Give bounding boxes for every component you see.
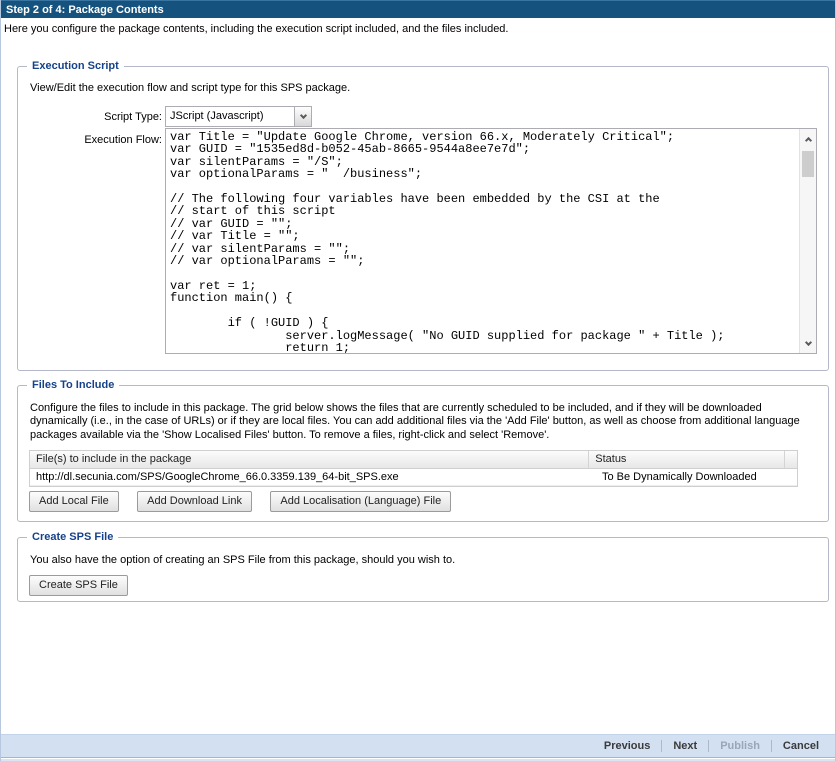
files-to-include-legend: Files To Include (27, 378, 119, 392)
table-row[interactable]: http://dl.secunia.com/SPS/GoogleChrome_6… (30, 469, 797, 486)
step-title-bar: Step 2 of 4: Package Contents (1, 0, 835, 18)
files-button-bar: Add Local File Add Download Link Add Loc… (29, 491, 465, 512)
execution-flow-script-text[interactable]: var Title = "Update Google Chrome, versi… (166, 129, 816, 353)
column-header-filler (785, 451, 797, 468)
chevron-down-icon (804, 338, 811, 345)
execution-flow-label: Execution Flow: (18, 134, 162, 146)
scrollbar-thumb[interactable] (802, 151, 814, 177)
wizard-footer-bar: Previous Next Publish Cancel (1, 734, 835, 758)
add-local-file-button[interactable]: Add Local File (29, 491, 119, 512)
script-type-value: JScript (Javascript) (166, 107, 311, 122)
execution-script-section: Execution Script View/Edit the execution… (17, 66, 829, 371)
files-to-include-description: Configure the files to include in this p… (30, 402, 820, 442)
files-grid: File(s) to include in the package Status… (29, 450, 798, 487)
files-to-include-section: Files To Include Configure the files to … (17, 385, 829, 522)
footer-divider (708, 740, 709, 752)
column-header-file[interactable]: File(s) to include in the package (30, 451, 589, 468)
previous-button[interactable]: Previous (598, 738, 656, 754)
next-button[interactable]: Next (667, 738, 703, 754)
file-url-cell[interactable]: http://dl.secunia.com/SPS/GoogleChrome_6… (30, 469, 596, 485)
chevron-down-icon (299, 112, 306, 119)
footer-divider (771, 740, 772, 752)
add-download-link-button[interactable]: Add Download Link (137, 491, 252, 512)
create-sps-section: Create SPS File You also have the option… (17, 537, 829, 602)
scroll-up-button[interactable] (800, 130, 816, 148)
publish-button: Publish (714, 738, 766, 754)
step-description: Here you configure the package contents,… (4, 23, 509, 35)
column-header-status[interactable]: Status (589, 451, 785, 468)
execution-flow-textarea[interactable]: var Title = "Update Google Chrome, versi… (165, 128, 817, 354)
execution-script-legend: Execution Script (27, 59, 124, 73)
script-type-select[interactable]: JScript (Javascript) (165, 106, 312, 127)
create-sps-description: You also have the option of creating an … (30, 554, 455, 566)
create-sps-legend: Create SPS File (27, 530, 118, 544)
footer-divider (661, 740, 662, 752)
scroll-down-button[interactable] (800, 334, 816, 352)
cancel-button[interactable]: Cancel (777, 738, 825, 754)
status-cell[interactable]: To Be Dynamically Downloaded (596, 469, 794, 485)
script-type-dropdown-trigger[interactable] (294, 107, 311, 126)
script-type-label: Script Type: (18, 111, 162, 123)
chevron-up-icon (804, 136, 811, 143)
create-sps-file-button[interactable]: Create SPS File (29, 575, 128, 596)
add-localisation-file-button[interactable]: Add Localisation (Language) File (270, 491, 451, 512)
package-wizard-panel: Step 2 of 4: Package Contents Here you c… (0, 0, 836, 761)
execution-flow-scrollbar[interactable] (799, 129, 816, 353)
files-grid-header: File(s) to include in the package Status (30, 451, 797, 469)
execution-script-description: View/Edit the execution flow and script … (30, 82, 350, 94)
